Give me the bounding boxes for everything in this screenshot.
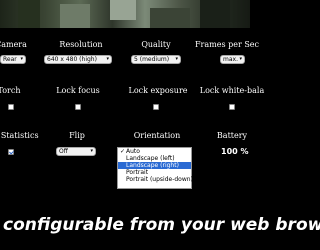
check-icon: ✓ (120, 148, 126, 155)
fps-label: Frames per Sec (194, 40, 260, 49)
orientation-label: Orientation (133, 131, 181, 140)
camera-select[interactable]: Rear ▾ (0, 55, 26, 64)
resolution-select-value: 640 x 480 (high) (47, 56, 97, 63)
orientation-option-landscape-right[interactable]: Landscape (right) (118, 162, 191, 169)
lock-exposure-checkbox[interactable] (153, 104, 159, 110)
lock-focus-label: Lock focus (56, 86, 100, 95)
camera-preview-image (0, 0, 250, 28)
lock-exposure-label: Lock exposure (128, 86, 188, 95)
chevron-down-icon: ▾ (239, 56, 242, 62)
promo-banner-text: y configurable from your web brow (0, 215, 320, 235)
battery-value: 100 % (221, 147, 249, 156)
torch-checkbox[interactable] (8, 104, 14, 110)
lock-focus-checkbox[interactable] (75, 104, 81, 110)
orientation-dropdown[interactable]: ✓ Auto Landscape (left) Landscape (right)… (117, 147, 193, 189)
camera-select-value: Rear (3, 56, 17, 63)
flip-select-value: Off (59, 148, 68, 155)
flip-label: Flip (69, 131, 85, 140)
quality-select[interactable]: 5 (medium) ▾ (131, 55, 181, 64)
orientation-option-landscape-left[interactable]: Landscape (left) (118, 155, 191, 162)
chevron-down-icon: ▾ (106, 56, 109, 62)
camera-label: Camera (0, 40, 27, 49)
torch-label: Torch (0, 86, 21, 95)
orientation-option-portrait-upside-down[interactable]: Portrait (upside-down) (118, 176, 193, 183)
resolution-label: Resolution (59, 40, 103, 49)
orientation-option-portrait[interactable]: Portrait (118, 169, 191, 176)
battery-label: Battery (216, 131, 248, 140)
orientation-option-auto[interactable]: ✓ Auto (118, 148, 191, 155)
lock-white-balance-checkbox[interactable] (229, 104, 235, 110)
quality-select-value: 5 (medium) (134, 56, 170, 63)
fps-select[interactable]: max. ▾ (220, 55, 245, 64)
chevron-down-icon: ▾ (90, 148, 93, 154)
quality-label: Quality (141, 40, 171, 49)
show-statistics-checkbox[interactable] (8, 149, 14, 155)
show-statistics-label: w Statistics (0, 131, 39, 140)
resolution-select[interactable]: 640 x 480 (high) ▾ (44, 55, 112, 64)
lock-white-balance-label: Lock white-bala (199, 86, 265, 95)
chevron-down-icon: ▾ (175, 56, 178, 62)
fps-select-value: max. (223, 56, 238, 63)
flip-select[interactable]: Off ▾ (56, 147, 96, 156)
chevron-down-icon: ▾ (20, 56, 23, 62)
